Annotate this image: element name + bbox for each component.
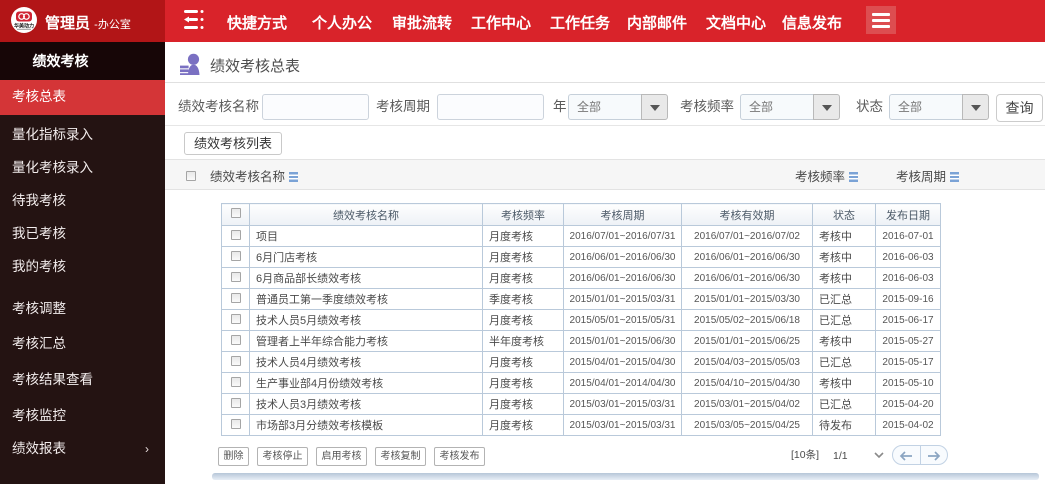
svg-text:华美动力: 华美动力: [14, 23, 34, 30]
